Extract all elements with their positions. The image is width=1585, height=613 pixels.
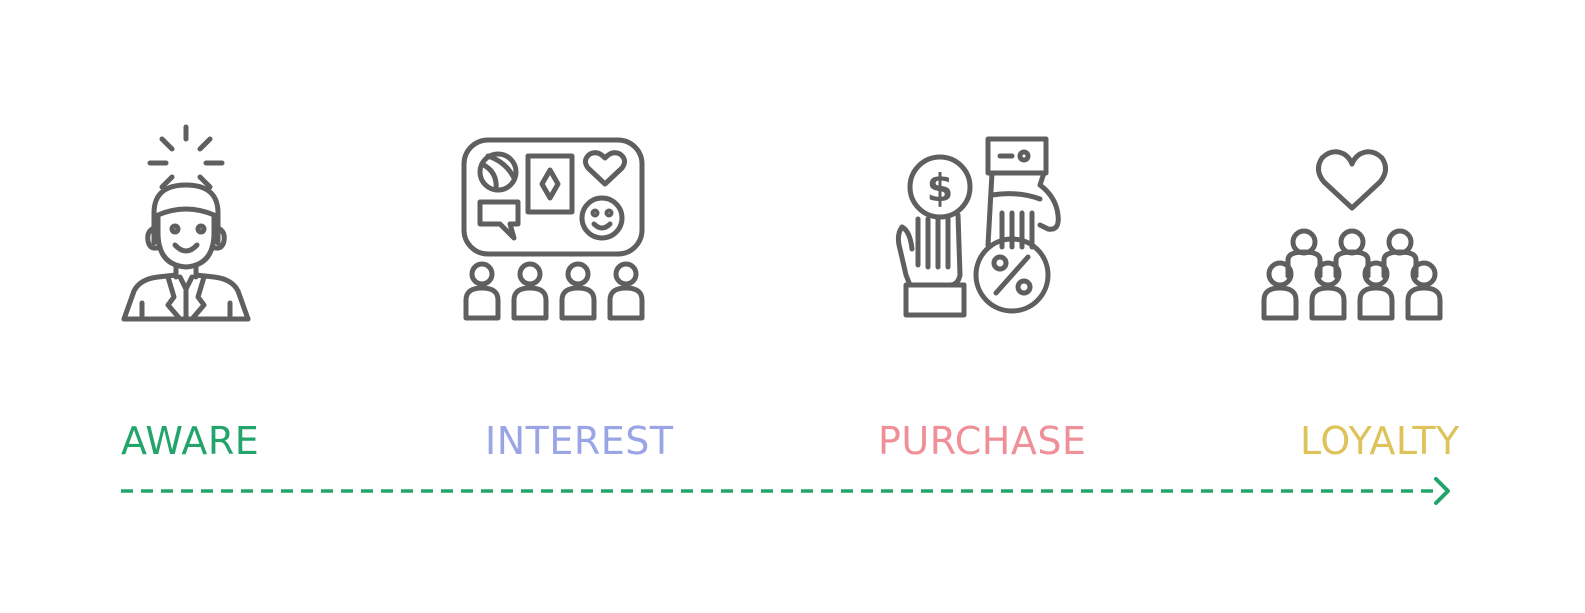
customer-journey-diagram: $ AWARE INTEREST PURCHASE LOYALTY [0,0,1585,613]
aware-person-icon [121,124,251,322]
stage-label-purchase: PURCHASE [878,419,1087,463]
timeline-arrow [121,477,1450,505]
interest-board-audience-icon [461,137,645,321]
stage-label-interest: INTEREST [485,419,674,463]
svg-text:$: $ [927,166,953,210]
stage-label-aware: AWARE [121,419,260,463]
stage-label-loyalty: LOYALTY [1300,419,1460,463]
timeline-arrowhead-icon [1434,477,1450,505]
loyalty-heart-group-icon [1261,149,1443,321]
purchase-exchange-icon: $ [895,136,1061,318]
